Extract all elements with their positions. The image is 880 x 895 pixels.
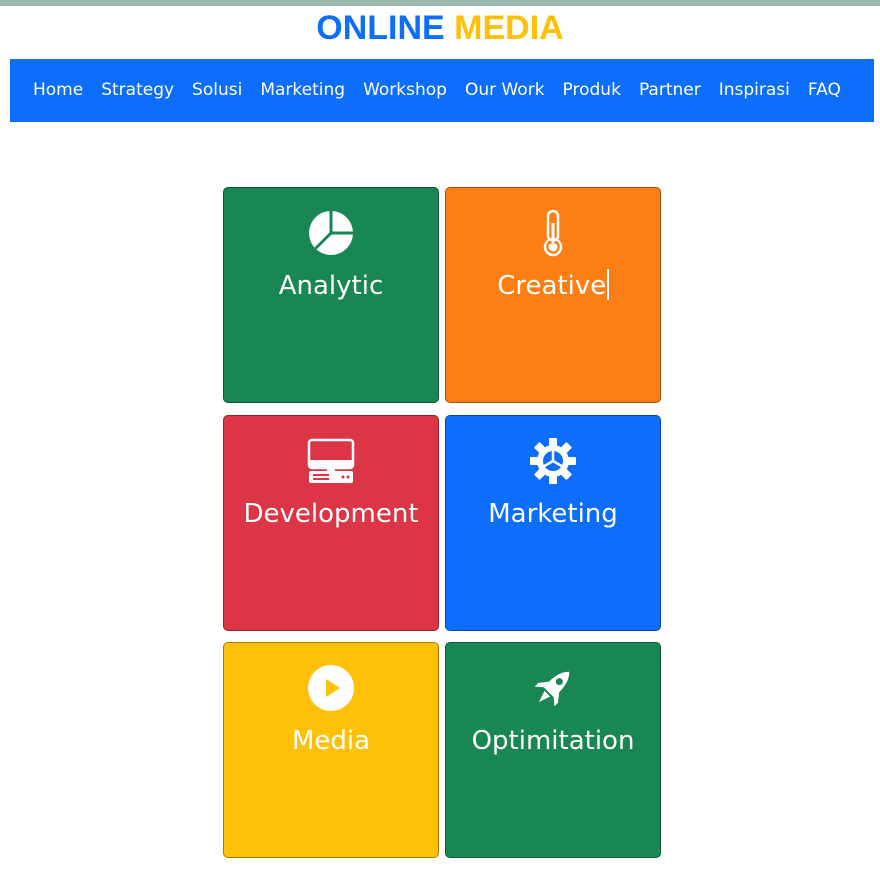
tile-media[interactable]: Media: [223, 642, 439, 858]
desktop-computer-icon: [224, 436, 438, 486]
logo-word-online: ONLINE: [316, 9, 445, 47]
nav-our-work[interactable]: Our Work: [456, 59, 554, 122]
nav-marketing[interactable]: Marketing: [251, 59, 354, 122]
gear-icon: [446, 436, 660, 486]
nav-home[interactable]: Home: [24, 59, 92, 122]
nav-produk[interactable]: Produk: [554, 59, 630, 122]
site-logo[interactable]: ONLINE MEDIA: [0, 8, 880, 48]
play-circle-icon: [224, 663, 438, 713]
tile-analytic[interactable]: Analytic: [223, 187, 439, 403]
tile-marketing[interactable]: Marketing: [445, 415, 661, 631]
top-accent-strip: [0, 0, 880, 6]
main-navbar: Home Strategy Solusi Marketing Workshop …: [10, 59, 874, 122]
tile-label: Marketing: [488, 499, 618, 529]
tile-label: Optimitation: [471, 726, 635, 756]
tile-label: Analytic: [278, 271, 384, 301]
tile-development[interactable]: Development: [223, 415, 439, 631]
rocket-icon: [446, 663, 660, 713]
text-caret: [607, 269, 609, 300]
tile-label-wrap: Creative: [446, 268, 660, 304]
nav-partner[interactable]: Partner: [630, 59, 710, 122]
tile-label: Media: [291, 726, 371, 756]
nav-solusi[interactable]: Solusi: [183, 59, 251, 122]
nav-faq[interactable]: FAQ: [799, 59, 850, 122]
nav-inspirasi[interactable]: Inspirasi: [710, 59, 799, 122]
tile-label: Creative: [497, 271, 607, 301]
thermometer-icon: [446, 208, 660, 258]
nav-strategy[interactable]: Strategy: [92, 59, 183, 122]
tile-creative[interactable]: Creative: [445, 187, 661, 403]
tile-optimitation[interactable]: Optimitation: [445, 642, 661, 858]
pie-chart-icon: [224, 208, 438, 258]
nav-workshop[interactable]: Workshop: [354, 59, 456, 122]
tile-label: Development: [243, 499, 419, 529]
logo-word-media: MEDIA: [454, 9, 564, 47]
